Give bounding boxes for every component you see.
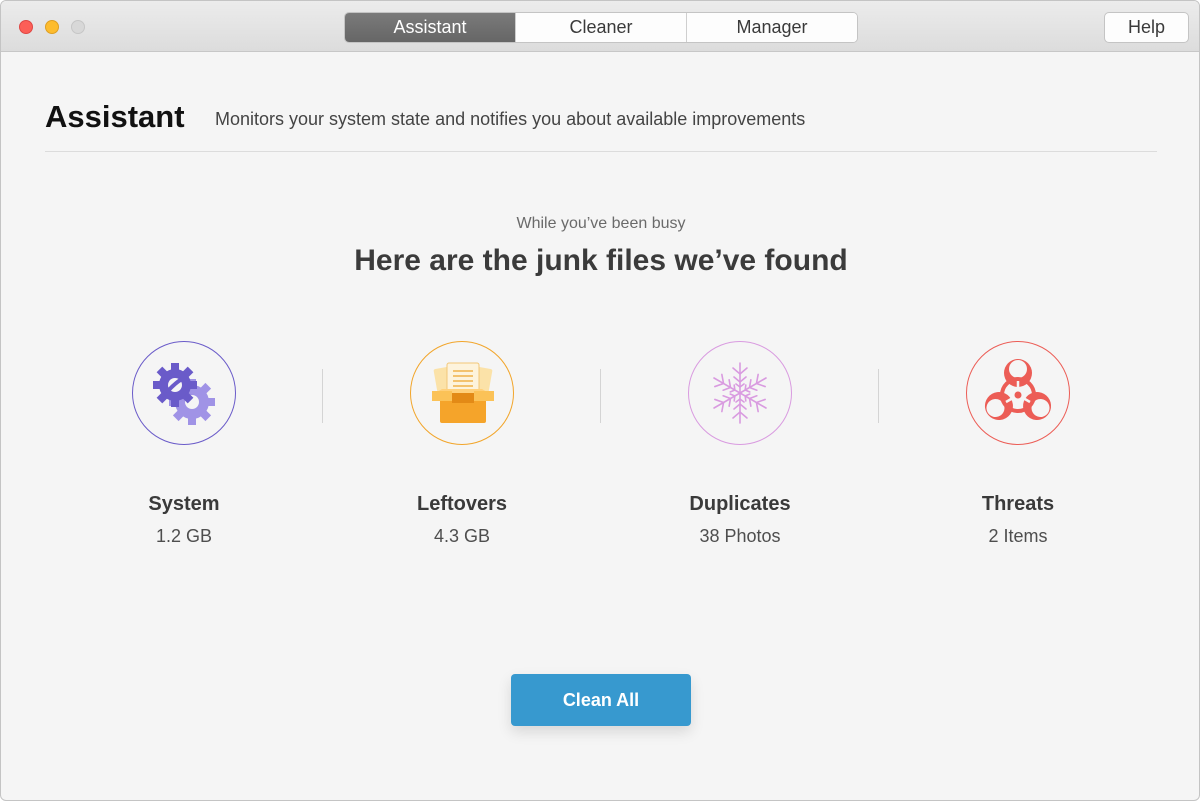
duplicates-ring	[688, 341, 792, 445]
snowflake-icon	[709, 362, 771, 424]
category-name: Leftovers	[416, 493, 508, 515]
box-documents-icon	[432, 362, 494, 423]
zoom-window-button[interactable]	[71, 20, 85, 34]
category-value: 4.3 GB	[433, 526, 491, 546]
divider	[600, 369, 601, 423]
titlebar: Assistant Cleaner Manager Help	[1, 1, 1199, 52]
category-name: Threats	[981, 493, 1055, 515]
category-duplicates[interactable]: Duplicates 38 Photos	[625, 341, 855, 547]
biohazard-icon	[979, 359, 1057, 426]
clean-all-button[interactable]: Clean All	[511, 674, 691, 726]
category-threats[interactable]: Threats 2 Items	[903, 341, 1133, 547]
help-button[interactable]: Help	[1104, 12, 1189, 43]
leftovers-ring	[410, 341, 514, 445]
system-ring	[132, 341, 236, 445]
category-value: 38 Photos	[699, 526, 781, 546]
tab-cleaner[interactable]: Cleaner	[515, 13, 686, 42]
section-tabs: Assistant Cleaner Manager	[344, 12, 858, 43]
minimize-window-button[interactable]	[45, 20, 59, 34]
divider	[878, 369, 879, 423]
category-value: 1.2 GB	[155, 526, 213, 546]
eyebrow-text: While you’ve been busy	[516, 215, 686, 232]
divider	[322, 369, 323, 423]
close-window-button[interactable]	[19, 20, 33, 34]
category-name: Duplicates	[689, 493, 791, 515]
tab-assistant[interactable]: Assistant	[345, 13, 515, 42]
tab-manager[interactable]: Manager	[686, 13, 857, 42]
page-title: Assistant	[45, 99, 185, 134]
category-name: System	[148, 493, 220, 515]
app-window: Assistant Cleaner Manager Help Assistant…	[0, 0, 1200, 801]
headline: Here are the junk files we’ve found	[354, 244, 848, 277]
category-system[interactable]: System 1.2 GB	[69, 341, 299, 547]
gears-icon	[153, 363, 215, 425]
category-value: 2 Items	[988, 526, 1048, 546]
threats-ring	[966, 341, 1070, 445]
category-leftovers[interactable]: Leftovers 4.3 GB	[347, 341, 577, 547]
page-subtitle: Monitors your system state and notifies …	[215, 109, 806, 129]
page-header: Assistant Monitors your system state and…	[45, 99, 1157, 152]
